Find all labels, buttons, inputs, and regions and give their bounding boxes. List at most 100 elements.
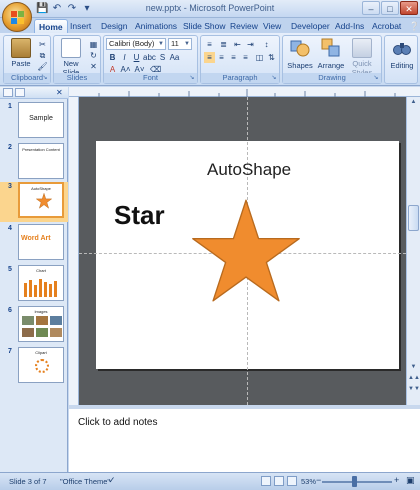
slide-sorter-icon[interactable] bbox=[274, 476, 284, 486]
thumbnail-image: Word Art bbox=[18, 224, 64, 260]
tab-developer[interactable]: Developer bbox=[287, 19, 334, 33]
tab-view[interactable]: View bbox=[259, 19, 285, 33]
ruler-ticks bbox=[98, 89, 396, 97]
shadow-button[interactable]: S bbox=[157, 52, 168, 63]
help-icon[interactable]: ❔ bbox=[405, 19, 420, 33]
pane-tabs: ✕ bbox=[0, 87, 68, 99]
close-button[interactable]: ✕ bbox=[400, 1, 418, 15]
drawing-launcher-icon[interactable]: ↘ bbox=[372, 74, 380, 82]
star-shape[interactable] bbox=[189, 198, 303, 310]
slide-thumbnail[interactable]: 1 Sample bbox=[0, 102, 68, 142]
slide-thumbnail[interactable]: 5 Chart bbox=[0, 265, 68, 305]
editing-button[interactable]: Editing bbox=[387, 38, 417, 70]
zoom-slider[interactable] bbox=[322, 481, 392, 483]
copy-icon[interactable]: ⧉ bbox=[37, 50, 48, 61]
fit-to-window-icon[interactable]: ▣ bbox=[406, 475, 415, 486]
line-spacing-icon[interactable]: ↕ bbox=[261, 39, 272, 50]
zoom-level[interactable]: 53% bbox=[301, 477, 316, 486]
reset-icon[interactable]: ↻ bbox=[88, 50, 99, 61]
font-launcher-icon[interactable]: ↘ bbox=[188, 74, 196, 82]
office-button[interactable] bbox=[2, 2, 32, 32]
slides-tab-icon[interactable] bbox=[3, 88, 13, 97]
slide-thumbnail[interactable]: 4 Word Art bbox=[0, 224, 68, 264]
next-slide-icon[interactable]: ▼▼ bbox=[408, 384, 420, 394]
scroll-thumb[interactable] bbox=[408, 205, 419, 231]
text-direction-icon[interactable]: ⇅ bbox=[266, 52, 277, 63]
clipboard-launcher-icon[interactable]: ↘ bbox=[41, 74, 49, 82]
zoom-slider-handle[interactable] bbox=[352, 476, 357, 487]
slide-show-icon[interactable] bbox=[287, 476, 297, 486]
minimize-button[interactable]: – bbox=[362, 1, 380, 15]
window-controls: – □ ✕ bbox=[362, 1, 418, 15]
title-bar: 💾 ↶ ↷ ▾ new.pptx - Microsoft PowerPoint … bbox=[0, 0, 420, 18]
zoom-out-icon[interactable]: − bbox=[316, 475, 321, 485]
align-center-icon[interactable]: ≡ bbox=[216, 52, 227, 63]
tab-review[interactable]: Review bbox=[226, 19, 262, 33]
tab-add-ins[interactable]: Add-Ins bbox=[331, 19, 368, 33]
group-label-paragraph: Paragraph bbox=[201, 73, 279, 83]
slide-counter: Slide 3 of 7 bbox=[9, 477, 47, 486]
group-label-drawing: Drawing bbox=[283, 73, 381, 83]
bold-button[interactable]: B bbox=[107, 52, 118, 63]
vertical-scrollbar[interactable]: ▲ ▼ ▲▲ ▼▼ bbox=[406, 97, 420, 405]
normal-view-icon[interactable] bbox=[261, 476, 271, 486]
quick-styles-button[interactable]: Quick Styles bbox=[347, 38, 377, 77]
tab-home[interactable]: Home bbox=[34, 19, 68, 33]
spell-check-icon[interactable]: ✓ bbox=[108, 475, 116, 486]
vertical-ruler bbox=[69, 97, 79, 405]
align-left-icon[interactable]: ≡ bbox=[204, 52, 215, 63]
shapes-button[interactable]: Shapes bbox=[285, 38, 315, 70]
maximize-button[interactable]: □ bbox=[381, 1, 399, 15]
align-right-icon[interactable]: ≡ bbox=[228, 52, 239, 63]
tab-animations[interactable]: Animations bbox=[131, 19, 181, 33]
delete-slide-icon[interactable]: ✕ bbox=[88, 61, 99, 72]
window-title: new.pptx - Microsoft PowerPoint bbox=[145, 3, 275, 13]
slide-thumbnail-selected[interactable]: 3 AutoShape bbox=[0, 182, 68, 222]
group-slides: New Slide ▦ ↻ ✕ Slides bbox=[53, 35, 101, 84]
bullets-icon[interactable]: ≡ bbox=[204, 39, 215, 50]
scroll-down-icon[interactable]: ▼ bbox=[408, 362, 419, 372]
decrease-indent-icon[interactable]: ⇤ bbox=[232, 39, 243, 50]
italic-button[interactable]: I bbox=[119, 52, 130, 63]
paste-icon bbox=[11, 38, 31, 58]
arrange-button[interactable]: Arrange bbox=[316, 38, 346, 70]
slide-title[interactable]: Star bbox=[114, 200, 165, 231]
scroll-up-icon[interactable]: ▲ bbox=[408, 97, 419, 107]
font-size-select[interactable]: 11 ▼ bbox=[168, 38, 192, 50]
zoom-in-icon[interactable]: + bbox=[394, 475, 399, 485]
format-painter-icon[interactable]: 🖌 bbox=[37, 61, 48, 72]
font-family-select[interactable]: Calibri (Body) ▼ bbox=[106, 38, 166, 50]
group-font: Calibri (Body) ▼ 11 ▼ B I U abc S Aa A A˄ … bbox=[103, 35, 198, 84]
notes-pane[interactable]: Click to add notes bbox=[69, 406, 420, 472]
slide-thumbnail[interactable]: 2 Presentation Content bbox=[0, 143, 68, 183]
tab-acrobat[interactable]: Acrobat bbox=[368, 19, 405, 33]
columns-icon[interactable]: ◫ bbox=[254, 52, 265, 63]
close-pane-icon[interactable]: ✕ bbox=[56, 88, 66, 97]
new-slide-button[interactable]: New Slide bbox=[56, 38, 86, 77]
quick-styles-icon bbox=[352, 38, 372, 58]
notes-placeholder[interactable]: Click to add notes bbox=[78, 417, 158, 428]
new-slide-icon bbox=[61, 38, 81, 58]
dropdown-arrow-icon: ▼ bbox=[158, 41, 164, 47]
group-editing: Editing bbox=[384, 35, 418, 84]
strikethrough-button[interactable]: abc bbox=[143, 52, 156, 63]
cut-icon[interactable]: ✂ bbox=[37, 39, 48, 50]
tab-design[interactable]: Design bbox=[97, 19, 131, 33]
slide-subtitle[interactable]: AutoShape bbox=[207, 160, 291, 180]
paste-button[interactable]: Paste bbox=[6, 38, 36, 68]
slide-thumbnail[interactable]: 6 Images bbox=[0, 306, 68, 346]
aa-change-case-button[interactable]: Aa bbox=[169, 52, 180, 63]
previous-slide-icon[interactable]: ▲▲ bbox=[408, 373, 420, 383]
slide-thumbnail[interactable]: 7 Clipart bbox=[0, 347, 68, 387]
outline-tab-icon[interactable] bbox=[15, 88, 25, 97]
theme-name: "Office Theme" bbox=[60, 477, 111, 486]
underline-button[interactable]: U bbox=[131, 52, 142, 63]
tab-slide-show[interactable]: Slide Show bbox=[179, 19, 230, 33]
justify-icon[interactable]: ≡ bbox=[240, 52, 251, 63]
numbering-icon[interactable]: ≣ bbox=[218, 39, 229, 50]
tab-insert[interactable]: Insert bbox=[66, 19, 95, 33]
increase-indent-icon[interactable]: ⇥ bbox=[245, 39, 256, 50]
layout-icon[interactable]: ▦ bbox=[88, 39, 99, 50]
group-clipboard: Paste ✂ ⧉ 🖌 Clipboard ↘ bbox=[3, 35, 51, 84]
paragraph-launcher-icon[interactable]: ↘ bbox=[270, 74, 278, 82]
